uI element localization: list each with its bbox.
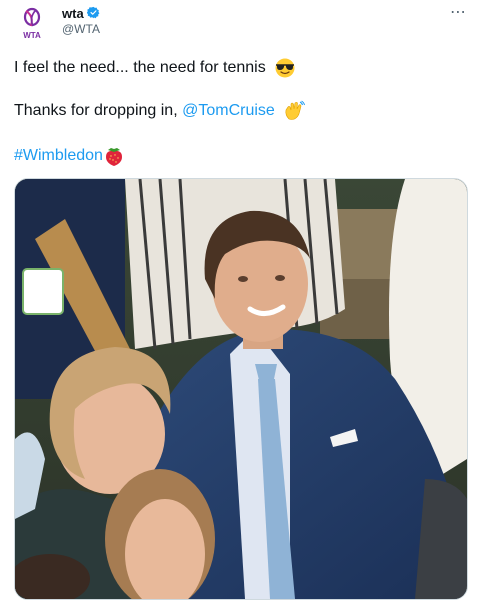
tweet-photo[interactable] — [14, 178, 468, 600]
mention-link[interactable]: @TomCruise — [182, 102, 275, 119]
author-display-name[interactable]: wta — [62, 6, 84, 21]
waving-hand-emoji-icon — [285, 100, 306, 120]
wta-logo-text: WTA — [23, 31, 41, 40]
tweet-text-line-3: #Wimbledon — [14, 145, 124, 167]
tweet: WTA wta @WTA ⋯ I feel the need... the ne… — [0, 0, 481, 600]
strawberry-emoji-icon — [105, 148, 122, 166]
verified-badge-icon — [87, 6, 100, 19]
photo-illustration — [15, 179, 467, 599]
sunglasses-emoji-icon — [275, 58, 295, 78]
more-icon[interactable]: ⋯ — [450, 2, 467, 22]
tweet-text-1: I feel the need... the need for tennis — [14, 59, 266, 77]
tweet-text-line-1: I feel the need... the need for tennis — [14, 58, 296, 78]
author-avatar[interactable]: WTA — [14, 6, 50, 40]
author-handle[interactable]: @WTA — [62, 22, 100, 36]
hashtag-link[interactable]: #Wimbledon — [14, 147, 103, 164]
tweet-text-line-2: Thanks for dropping in, @TomCruise — [14, 100, 306, 122]
tweet-text-2: Thanks for dropping in, — [14, 102, 183, 120]
wta-logo-icon: WTA — [23, 7, 41, 40]
